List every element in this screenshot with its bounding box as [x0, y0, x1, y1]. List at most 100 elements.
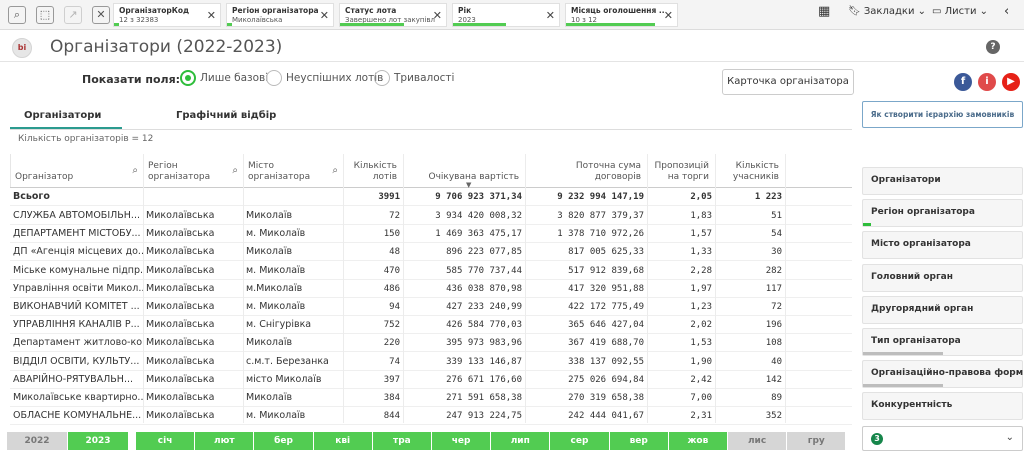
- search-icon[interactable]: ⌕: [132, 165, 138, 176]
- table-row[interactable]: Управління освіти Микол... Миколаївська м.…: [10, 280, 852, 298]
- chip-selection-bar: [340, 23, 404, 26]
- chip-value: 12 з 32383: [119, 16, 159, 24]
- facebook-icon[interactable]: f: [954, 73, 972, 91]
- header-expected-value[interactable]: Очікувана вартість: [403, 154, 525, 187]
- table-cell: 142: [765, 374, 782, 385]
- tab-organizers[interactable]: Організатори: [24, 110, 101, 121]
- clear-selections-icon[interactable]: ✕: [92, 6, 110, 24]
- org-card-button[interactable]: Карточка організатора: [722, 69, 854, 95]
- month-segment[interactable]: лют: [195, 432, 255, 450]
- filter-dropdown[interactable]: 3 ⌄: [862, 426, 1023, 451]
- month-segment[interactable]: бер: [254, 432, 314, 450]
- month-segment[interactable]: гру: [787, 432, 847, 450]
- filter-pane[interactable]: Конкурентність: [862, 392, 1023, 421]
- selection-chip[interactable]: Регіон організатора Миколаївська ✕: [226, 3, 334, 27]
- month-segment[interactable]: жов: [668, 432, 728, 450]
- field-option-radio[interactable]: Лише базові: [180, 70, 268, 86]
- filter-pane[interactable]: Регіон організатора: [862, 199, 1023, 228]
- field-option-radio[interactable]: Тривалості: [374, 70, 454, 86]
- month-segment[interactable]: чер: [432, 432, 492, 450]
- header-label: Організатор: [15, 172, 74, 182]
- table-row[interactable]: СЛУЖБА АВТОМОБІЛЬН... Миколаївська Миколаї…: [10, 207, 852, 225]
- table-cell: 1,23: [690, 302, 712, 312]
- month-segment[interactable]: лис: [728, 432, 788, 450]
- table-cell: Миколаївська: [146, 373, 215, 385]
- tab-graphic-selection[interactable]: Графічний відбір: [176, 110, 276, 121]
- chevron-left-icon[interactable]: ‹: [1004, 4, 1009, 19]
- month-segment[interactable]: січ: [136, 432, 196, 450]
- close-icon[interactable]: ✕: [207, 9, 216, 22]
- table-row[interactable]: ВІДДІЛ ОСВІТИ, КУЛЬТУ... Миколаївська с.м.…: [10, 353, 852, 371]
- table-cell: 1 378 710 972,26: [557, 229, 644, 240]
- filter-pane[interactable]: Другорядний орган: [862, 295, 1023, 324]
- sheets-button[interactable]: ▭ Листи ⌄: [932, 6, 988, 17]
- table-cell: 2,42: [690, 374, 712, 385]
- filter-pane[interactable]: Організатори: [862, 167, 1023, 195]
- header-region[interactable]: Регіон організатора ⌕: [143, 154, 243, 187]
- field-option-radio[interactable]: Неуспішних лотів: [266, 70, 383, 86]
- table-total-row[interactable]: Всього 3991 9 706 923 371,34 9 232 994 147,…: [10, 188, 852, 206]
- step-forward-icon[interactable]: ↗: [64, 6, 82, 24]
- help-icon[interactable]: ?: [986, 40, 1000, 54]
- search-icon[interactable]: ⌕: [332, 165, 338, 176]
- header-label: Місто організатора: [248, 161, 311, 182]
- table-row[interactable]: ВИКОНАВЧИЙ КОМІТЕТ ... Миколаївська м. Мик…: [10, 298, 852, 316]
- month-segment[interactable]: вер: [609, 432, 669, 450]
- filter-count-badge: 3: [871, 433, 883, 445]
- year-segment[interactable]: 2023: [68, 432, 128, 450]
- bookmarks-button[interactable]: 🔖︎ Закладки ⌄: [848, 6, 926, 17]
- table-row[interactable]: ДЕПАРТАМЕНТ МІСТОБУ... Миколаївська м. Мик…: [10, 225, 852, 244]
- selection-tool-icon[interactable]: ⬚: [36, 6, 54, 24]
- table-row[interactable]: Департамент житлово-ко... Миколаївська Мик…: [10, 334, 852, 353]
- tabs-divider: [10, 129, 852, 130]
- selection-chip[interactable]: Статус лота Завершено лот закупівлі ✕: [339, 3, 447, 27]
- filter-pane[interactable]: Організаційно-правова форм...: [862, 360, 1024, 389]
- table-row[interactable]: Миколаївське квартирно... Миколаївська Мик…: [10, 389, 852, 407]
- table-row[interactable]: ОБЛАСНЕ КОМУНАЛЬНЕ... Миколаївська м. Мико…: [10, 407, 852, 426]
- table-row[interactable]: УПРАВЛІННЯ КАНАЛІВ Р... Миколаївська м. Сн…: [10, 316, 852, 335]
- close-icon[interactable]: ✕: [546, 9, 555, 22]
- month-segment[interactable]: тра: [372, 432, 432, 450]
- month-segment[interactable]: кві: [313, 432, 373, 450]
- smart-search-icon[interactable]: ⌕: [8, 6, 26, 24]
- table-cell: 89: [771, 393, 782, 403]
- sheet-icon: ▭: [932, 6, 942, 17]
- selection-chip[interactable]: Рік 2023 ✕: [452, 3, 560, 27]
- filter-pane[interactable]: Тип організатора: [862, 328, 1023, 356]
- table-cell: Миколаївська: [146, 392, 215, 403]
- header-city[interactable]: Місто організатора ⌕: [243, 154, 343, 187]
- table-row[interactable]: Міське комунальне підпр... Миколаївська м.…: [10, 262, 852, 280]
- close-icon[interactable]: ✕: [320, 9, 329, 22]
- table-cell: м. Миколаїв: [246, 410, 306, 422]
- table-cell: 1,53: [690, 338, 712, 349]
- grid-icon[interactable]: ▦: [818, 4, 830, 19]
- close-icon[interactable]: ✕: [664, 9, 673, 22]
- table-cell: 752: [383, 320, 400, 331]
- selection-chip[interactable]: ОрганізаторКод 12 з 32383 ✕: [113, 3, 221, 27]
- info-icon[interactable]: i: [978, 73, 996, 91]
- year-segment[interactable]: 2022: [7, 432, 67, 450]
- radio-label: Лише базові: [200, 72, 269, 84]
- header-participants[interactable]: Кількість учасників: [715, 154, 785, 187]
- month-segment[interactable]: лип: [491, 432, 551, 450]
- table-row[interactable]: АВАРІЙНО-РЯТУВАЛЬН... Миколаївська місто М…: [10, 371, 852, 389]
- table-cell: 844: [383, 411, 400, 422]
- filter-pane[interactable]: Місто організатора: [862, 231, 1023, 260]
- hierarchy-button[interactable]: Як створити ієрархію замовників: [862, 101, 1023, 128]
- selection-chip[interactable]: Місяць оголошення ... 10 з 12 ✕: [565, 3, 678, 27]
- table-cell: Миколаївська: [146, 337, 215, 349]
- youtube-icon[interactable]: ▶: [1002, 73, 1020, 91]
- header-offers[interactable]: Пропозицій на торги: [647, 154, 715, 187]
- search-icon[interactable]: ⌕: [232, 165, 238, 176]
- header-organizer[interactable]: Організатор ⌕: [10, 154, 143, 187]
- table-cell: 247 913 224,75: [446, 411, 522, 422]
- month-segment[interactable]: сер: [550, 432, 610, 450]
- filter-pane[interactable]: Головний орган: [862, 263, 1023, 292]
- header-contracts-sum[interactable]: Поточна сума договорів: [525, 154, 647, 187]
- close-icon[interactable]: ✕: [433, 9, 442, 22]
- header-lots[interactable]: Кількість лотів: [343, 154, 403, 187]
- table-cell: [143, 188, 243, 206]
- table-cell: 427 233 240,99: [446, 302, 522, 312]
- table-cell: 896 223 077,85: [446, 247, 522, 258]
- table-row[interactable]: ДП «Агенція місцевих до... Миколаївська Ми…: [10, 243, 852, 262]
